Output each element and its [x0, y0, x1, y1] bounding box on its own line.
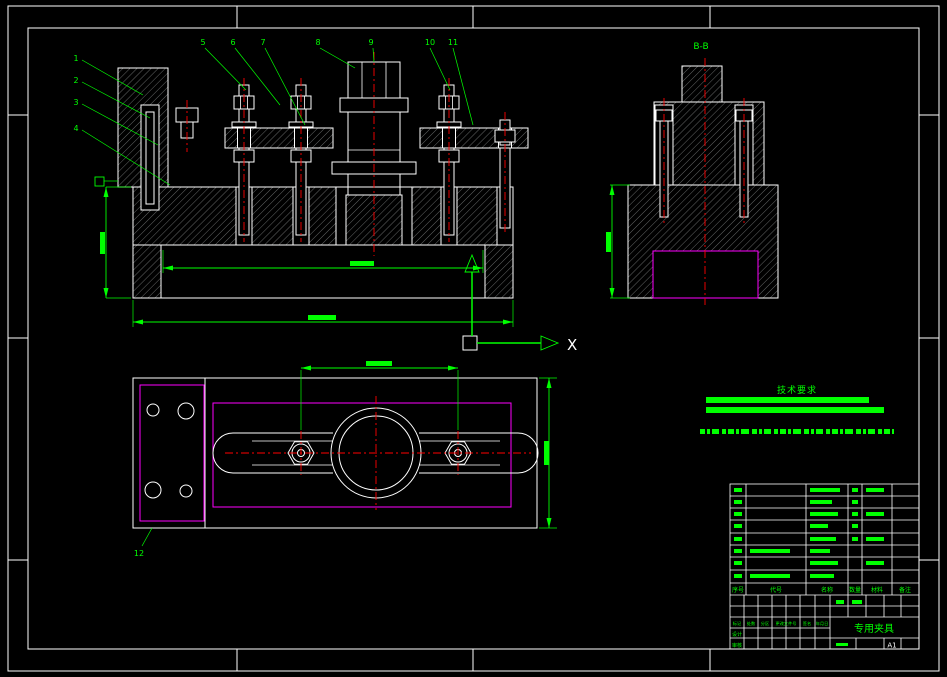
tech-req-line-bar: [706, 407, 884, 413]
balloon-number: 5: [200, 38, 205, 47]
cell-text-bar: [836, 600, 844, 604]
bom-header: 名称: [821, 586, 833, 594]
balloon-number: 3: [73, 98, 78, 107]
balloon-number: 7: [260, 38, 265, 47]
role-label: 设计: [732, 631, 742, 638]
tech-req-title: 技术要求: [777, 384, 817, 396]
balloon-number: 2: [73, 76, 78, 85]
drawing-title: 专用夹具: [854, 622, 894, 635]
bom-header: 序号: [732, 586, 744, 594]
bom-header: 数量: [849, 586, 861, 594]
bom-header: 代号: [770, 586, 782, 594]
section-view-bb: B-B: [606, 42, 779, 305]
tech-req-line-bar: [706, 397, 869, 403]
x-axis-label: X: [567, 336, 577, 354]
dim-label-bar: [308, 315, 336, 320]
tech-requirements: 技术要求: [700, 384, 894, 434]
bom-table: 序号 代号 名称 数量 材料 备注: [730, 484, 919, 596]
mounting-hole: [177, 402, 195, 420]
balloon-number: 1: [73, 54, 78, 63]
bb-dimension: [606, 184, 630, 299]
bom-header: 材料: [871, 586, 883, 594]
revision-label: 处数: [747, 620, 756, 627]
title-area: 专用夹具 A1: [830, 595, 919, 650]
sheet-size: A1: [887, 642, 896, 650]
locating-pin: [145, 111, 155, 205]
cad-canvas: 1 2 3 4 5 6 7 8 9 10 11 B-B 12 X 技术要求 序号…: [7, 5, 940, 672]
revision-label: 年月日: [816, 620, 829, 627]
section-label: B-B: [693, 42, 708, 52]
revision-label: 签名: [803, 620, 811, 627]
balloon-number: 10: [425, 38, 435, 47]
base-end-section: [484, 244, 514, 299]
ucs-icon: X: [462, 253, 577, 354]
datum-symbol: [94, 176, 105, 187]
mounting-hole: [179, 484, 193, 498]
bom-header: 备注: [899, 586, 911, 594]
title-block: 序号 代号 名称 数量 材料 备注 标记 处数 分区 更改文件号 签名 年月日: [729, 483, 920, 650]
plan-view: 12: [132, 361, 557, 558]
balloon-number: 8: [315, 38, 320, 47]
ucs-origin-box: [462, 335, 478, 351]
dim-label-bar: [606, 232, 611, 252]
base-plate: [132, 244, 514, 299]
revision-grid: 标记 处数 分区 更改文件号 签名 年月日 设计 审核: [730, 595, 831, 649]
arrow-right-icon: [540, 335, 560, 351]
balloon-number: 9: [368, 38, 373, 47]
dim-label-bar: [366, 361, 392, 366]
balloon-number: 6: [230, 38, 235, 47]
revision-label: 标记: [733, 620, 742, 627]
front-section-view: 1 2 3 4 5 6 7 8 9 10 11: [73, 38, 529, 327]
cell-text-bar: [836, 643, 848, 646]
mounting-hole: [144, 481, 162, 499]
workpiece-outline: [652, 250, 759, 299]
base-end-section: [132, 244, 162, 299]
mounting-hole: [146, 403, 160, 417]
dim-label-bar: [100, 232, 105, 254]
balloon-number: 12: [134, 549, 144, 558]
balloon-number: 11: [448, 38, 458, 47]
cell-text-bar: [852, 600, 862, 604]
balloon-number: 4: [73, 124, 78, 133]
role-label: 审核: [732, 642, 742, 649]
revision-label: 分区: [761, 620, 769, 627]
dim-label-bar: [544, 441, 549, 465]
drawing-sheet: 1 2 3 4 5 6 7 8 9 10 11 B-B 12 X 技术要求 序号…: [0, 0, 947, 677]
dim-label-bar: [350, 261, 374, 266]
revision-label: 更改文件号: [776, 620, 797, 627]
